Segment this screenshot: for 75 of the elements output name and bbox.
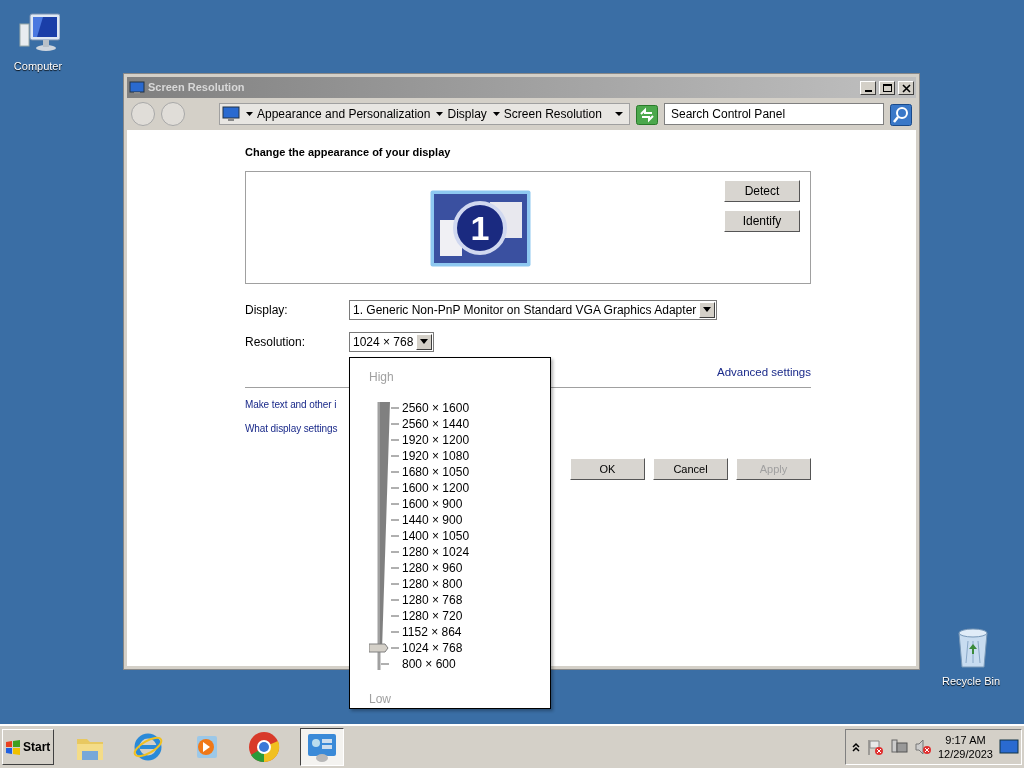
caret-icon [492,111,500,117]
caret-icon [703,307,712,312]
resolution-option[interactable]: 1280 × 768 [402,592,470,608]
field-label: Resolution: [245,333,307,351]
monitor-icon [222,106,240,122]
resolution-option[interactable]: 1152 × 864 [402,624,470,640]
breadcrumb[interactable]: Display [447,105,487,123]
icon-label: Computer [13,59,63,74]
refresh-button[interactable] [636,102,658,126]
display-dropdown[interactable]: 1. Generic Non-PnP Monitor on Standard VGA Graphics Adapter [349,299,718,320]
resolution-option[interactable]: 1280 × 800 [402,576,470,592]
resolution-slider[interactable] [369,400,401,672]
monitor-icon[interactable]: 1 [430,189,531,267]
refresh-icon [636,104,658,125]
breadcrumb[interactable]: Screen Resolution [503,105,602,123]
resolution-option[interactable]: 800 × 600 [402,656,470,672]
start-button[interactable]: Start [2,729,54,765]
minimize-icon [864,89,872,92]
network-icon[interactable] [889,738,908,756]
resolution-option[interactable]: 1280 × 960 [402,560,470,576]
speaker-muted-icon[interactable] [913,738,932,756]
button[interactable]: Cancel [653,457,728,480]
link[interactable]: Make text and other i [245,396,337,412]
button[interactable]: OK [570,457,645,480]
caret-icon[interactable] [615,111,623,117]
close-icon [900,82,912,93]
breadcrumb[interactable]: Appearance and Personalization [257,105,431,123]
scale-label: High [369,369,395,384]
search-field[interactable]: Search Control Panel [664,103,884,125]
icon-label: Recycle Bin [941,674,1001,689]
monitor-icon[interactable] [16,10,60,54]
caret-icon [436,111,444,117]
minimize-button[interactable] [860,80,876,95]
close-button[interactable] [898,80,914,95]
resolution-option[interactable]: 1400 × 1050 [402,528,470,544]
resolution-option[interactable]: 2560 × 1600 [402,400,470,416]
chevron-up-icon[interactable] [851,742,860,752]
clock-date[interactable]: 12/29/2023 [937,747,993,761]
taskbar-button[interactable] [300,728,344,766]
resolution-option[interactable]: 1600 × 1200 [402,480,470,496]
slider-thumb[interactable] [369,643,389,653]
resolution-option[interactable]: 1680 × 1050 [402,464,470,480]
resolution-option[interactable]: 1024 × 768 [402,640,470,656]
resolution-option[interactable]: 1920 × 1080 [402,448,470,464]
link[interactable]: What display settings [245,420,338,436]
resolution-option[interactable]: 2560 × 1440 [402,416,470,432]
resolution-dropdown[interactable]: 1024 × 768 [349,331,435,352]
field-label: Display: [245,301,289,319]
show-desktop-icon[interactable] [999,737,1019,757]
address-bar[interactable]: Appearance and Personalization Display Screen Resolution [219,103,630,125]
resolution-option[interactable]: 1920 × 1200 [402,432,470,448]
window-title: Screen Resolution [148,80,246,96]
maximize-button[interactable] [879,80,895,95]
scale-label: Low [369,691,392,706]
clock-time[interactable]: 9:17 AM [945,733,986,747]
search-icon [890,103,912,126]
monitor-icon [129,80,145,95]
section-heading: Change the appearance of your display [245,145,452,160]
link[interactable]: Advanced settings [717,363,811,381]
resolution-option[interactable]: 1440 × 900 [402,512,470,528]
windows-logo-icon [5,739,21,755]
browser-icon [132,731,164,763]
caret-icon [246,111,253,117]
resolution-option[interactable]: 1600 × 900 [402,496,470,512]
resolution-option[interactable]: 1280 × 1024 [402,544,470,560]
maximize-icon [881,82,893,93]
monitor-number: 1 [470,208,490,247]
resolution-option[interactable]: 1280 × 720 [402,608,470,624]
search-button[interactable] [890,102,912,126]
control-panel-icon [306,731,338,763]
button[interactable]: Identify [724,209,800,232]
flag-error-icon[interactable] [865,738,884,756]
caret-icon [420,339,429,344]
chrome-icon [248,731,280,763]
button[interactable]: Detect [724,179,800,202]
